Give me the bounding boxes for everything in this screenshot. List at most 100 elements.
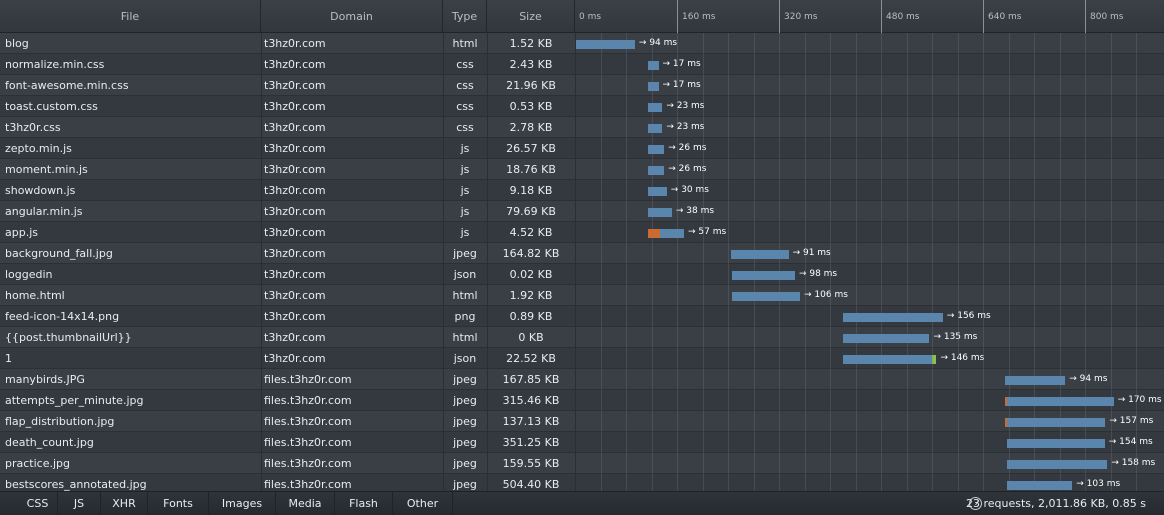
timing-label: → 17 ms	[662, 80, 701, 90]
timing-label: → 156 ms	[946, 311, 991, 321]
timing-label: → 26 ms	[668, 143, 707, 153]
timeline-tick: 480 ms	[881, 0, 920, 33]
request-row[interactable]: blog t3hz0r.com html 1.52 KB → 94 ms	[0, 33, 1164, 54]
timing-bar[interactable]	[1005, 418, 1106, 427]
file-column-header[interactable]: File	[0, 0, 261, 33]
filter-tab-css[interactable]: CSS	[18, 492, 58, 515]
domain-name: files.t3hz0r.com	[264, 457, 352, 470]
filter-tab-js[interactable]: JS	[58, 492, 101, 515]
file-name: feed-icon-14x14.png	[5, 310, 120, 323]
request-row[interactable]: manybirds.JPG files.t3hz0r.com jpeg 167.85 …	[0, 369, 1164, 390]
request-row[interactable]: flap_distribution.jpg files.t3hz0r.com jpe…	[0, 411, 1164, 432]
request-row[interactable]: normalize.min.css t3hz0r.com css 2.43 KB → 1…	[0, 54, 1164, 75]
request-row[interactable]: app.js t3hz0r.com js 4.52 KB → 57 ms	[0, 222, 1164, 243]
filter-tab-images[interactable]: Images	[209, 492, 276, 515]
request-row[interactable]: {{post.thumbnailUrl}} t3hz0r.com html 0 KB →…	[0, 327, 1164, 348]
timing-bar[interactable]	[647, 61, 659, 70]
file-name: loggedin	[5, 268, 53, 281]
timeline-gridline	[702, 33, 704, 491]
domain-name: files.t3hz0r.com	[264, 373, 352, 386]
timing-bar[interactable]	[843, 355, 937, 364]
column-separator	[575, 33, 576, 491]
request-row[interactable]: attempts_per_minute.jpg files.t3hz0r.com j…	[0, 390, 1164, 411]
domain-name: t3hz0r.com	[264, 247, 326, 260]
filter-tab-flash[interactable]: Flash	[335, 492, 393, 515]
request-row[interactable]: loggedin t3hz0r.com json 0.02 KB → 98 ms	[0, 264, 1164, 285]
domain-name: t3hz0r.com	[264, 142, 326, 155]
timing-label: → 26 ms	[668, 164, 707, 174]
request-row[interactable]: practice.jpg files.t3hz0r.com jpeg 159.55 K…	[0, 453, 1164, 474]
transfer-size: 1.92 KB	[509, 289, 553, 302]
timing-bar[interactable]	[1006, 481, 1073, 490]
request-row[interactable]: home.html t3hz0r.com html 1.92 KB → 106 ms	[0, 285, 1164, 306]
domain-name: t3hz0r.com	[264, 163, 326, 176]
request-row[interactable]: t3hz0r.css t3hz0r.com css 2.78 KB → 23 ms	[0, 117, 1164, 138]
request-row[interactable]: feed-icon-14x14.png t3hz0r.com png 0.89 KB →…	[0, 306, 1164, 327]
timing-bar[interactable]	[732, 292, 801, 301]
transfer-size: 0.02 KB	[509, 268, 553, 281]
timing-bar[interactable]	[647, 124, 663, 133]
timing-bar[interactable]	[647, 103, 663, 112]
domain-name: t3hz0r.com	[264, 100, 326, 113]
resource-type: html	[452, 289, 478, 302]
timeline-gridline	[1059, 33, 1061, 491]
domain-name: files.t3hz0r.com	[264, 478, 352, 491]
timing-bar[interactable]	[647, 145, 665, 154]
file-name: app.js	[5, 226, 38, 239]
network-panel: File Domain Type Size 0 ms 160 ms 320 ms 48…	[0, 0, 1164, 515]
column-separator	[261, 33, 262, 491]
timing-bar[interactable]	[732, 271, 795, 280]
file-name: zepto.min.js	[5, 142, 72, 155]
request-row[interactable]: toast.custom.css t3hz0r.com css 0.53 KB → 23…	[0, 96, 1164, 117]
request-row[interactable]: bestscores_annotated.jpg files.t3hz0r.com…	[0, 474, 1164, 491]
file-name: 1	[5, 352, 12, 365]
filter-tab-fonts[interactable]: Fonts	[148, 492, 209, 515]
transfer-size: 4.52 KB	[509, 226, 553, 239]
domain-column-header[interactable]: Domain	[261, 0, 443, 33]
timing-bar[interactable]	[647, 82, 659, 91]
request-row[interactable]: death_count.jpg files.t3hz0r.com jpeg 351.2…	[0, 432, 1164, 453]
timing-bar[interactable]	[843, 313, 943, 322]
file-name: home.html	[5, 289, 65, 302]
resource-type: json	[453, 352, 477, 365]
timing-label: → 106 ms	[804, 290, 848, 300]
timeline-gridline	[906, 33, 908, 491]
filter-tab-xhr[interactable]: XHR	[101, 492, 148, 515]
timing-bar[interactable]	[1006, 439, 1105, 448]
transfer-size: 159.55 KB	[502, 457, 560, 470]
timeline-gridline	[600, 33, 602, 491]
file-name: background_fall.jpg	[5, 247, 113, 260]
timing-bar[interactable]	[647, 166, 665, 175]
timeline-gridline	[728, 33, 729, 491]
resource-type: jpeg	[453, 394, 477, 407]
domain-name: t3hz0r.com	[264, 121, 326, 134]
file-name: {{post.thumbnailUrl}}	[5, 331, 132, 344]
timing-bar[interactable]	[1005, 376, 1066, 385]
timing-bar-blocked	[1005, 397, 1008, 406]
request-row[interactable]: zepto.min.js t3hz0r.com js 26.57 KB → 26 ms	[0, 138, 1164, 159]
resource-type: html	[452, 331, 478, 344]
timeline-gridline	[1008, 33, 1010, 491]
timing-label: → 157 ms	[1109, 416, 1154, 426]
resource-type: html	[452, 37, 478, 50]
timing-label: → 38 ms	[675, 206, 715, 216]
request-row[interactable]: angular.min.js t3hz0r.com js 79.69 KB → 38 m…	[0, 201, 1164, 222]
request-row[interactable]: background_fall.jpg t3hz0r.com jpeg 164.82 …	[0, 243, 1164, 264]
type-column-header[interactable]: Type	[443, 0, 487, 33]
timing-label: → 17 ms	[662, 59, 701, 69]
size-column-header[interactable]: Size	[487, 0, 575, 33]
timeline-tick: 640 ms	[983, 0, 1022, 33]
timeline-gridline	[779, 33, 780, 491]
request-row[interactable]: moment.min.js t3hz0r.com js 18.76 KB → 26 ms	[0, 159, 1164, 180]
timing-label: → 154 ms	[1108, 437, 1153, 447]
request-row[interactable]: showdown.js t3hz0r.com js 9.18 KB → 30 ms	[0, 180, 1164, 201]
waterfall-column-header[interactable]: 0 ms 160 ms 320 ms 480 ms 640 ms 800 ms	[575, 0, 1164, 33]
file-name: attempts_per_minute.jpg	[5, 394, 144, 407]
timing-bar[interactable]	[1006, 460, 1108, 469]
request-row[interactable]: 1 t3hz0r.com json 22.52 KB → 146 ms	[0, 348, 1164, 369]
timing-label: → 146 ms	[940, 353, 985, 363]
filter-tab-other[interactable]: Other	[393, 492, 453, 515]
timeline-gridline	[830, 33, 831, 491]
request-row[interactable]: font-awesome.min.css t3hz0r.com css 21.96 K…	[0, 75, 1164, 96]
filter-tab-media[interactable]: Media	[276, 492, 335, 515]
